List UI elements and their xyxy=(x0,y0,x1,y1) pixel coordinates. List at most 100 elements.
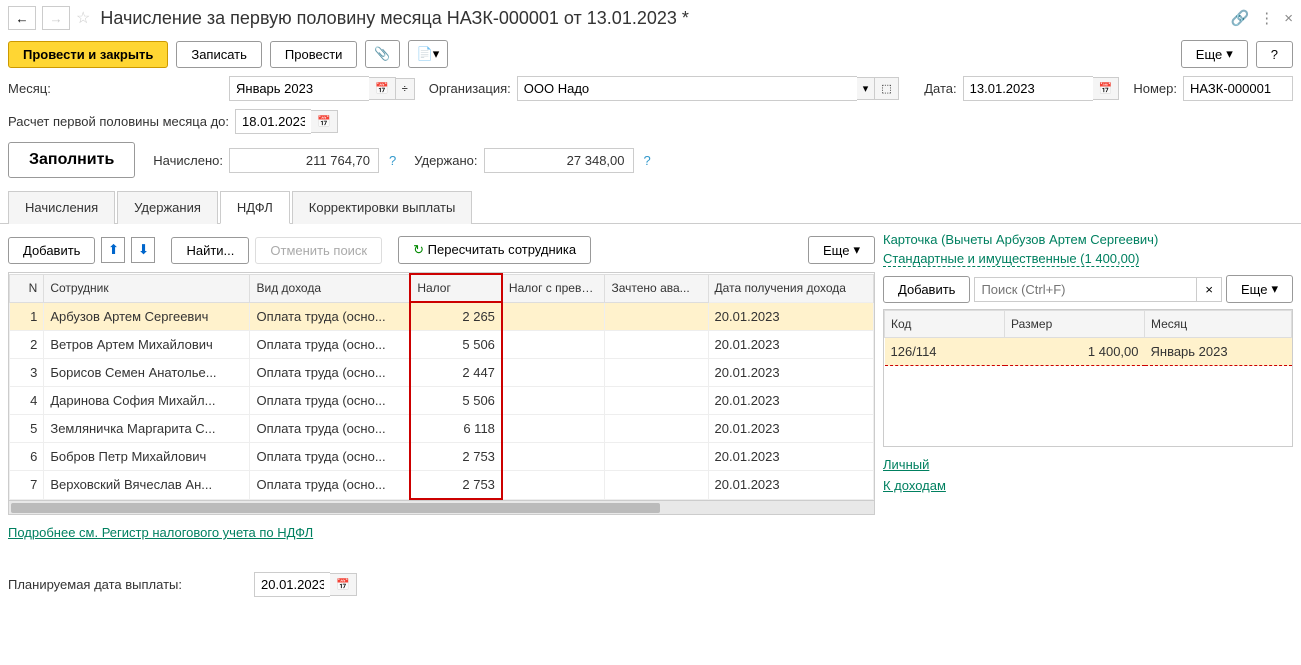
ded-col-code[interactable]: Код xyxy=(885,311,1005,338)
card-title: Карточка (Вычеты Арбузов Артем Сергеевич… xyxy=(883,232,1293,247)
personal-link[interactable]: Личный xyxy=(883,457,1293,472)
sheet-button[interactable]: 📄▾ xyxy=(408,40,449,68)
cell-date: 20.01.2023 xyxy=(708,443,873,471)
ded-col-month[interactable]: Месяц xyxy=(1145,311,1292,338)
move-down-button[interactable]: ⬇ xyxy=(131,237,155,263)
cell-type: Оплата труда (осно... xyxy=(250,471,410,500)
col-date[interactable]: Дата получения дохода xyxy=(708,274,873,302)
link-icon[interactable]: 🔗 xyxy=(1231,9,1250,27)
planned-calendar-icon[interactable]: 📅 xyxy=(330,573,357,596)
attach-button[interactable]: 📎 xyxy=(365,40,399,68)
to-income-link[interactable]: К доходам xyxy=(883,478,1293,493)
cell-advance xyxy=(605,443,708,471)
cell-tax: 2 265 xyxy=(410,302,502,331)
ded-col-size[interactable]: Размер xyxy=(1005,311,1145,338)
cell-emp: Земляничка Маргарита С... xyxy=(44,415,250,443)
table-row[interactable]: 5 Земляничка Маргарита С... Оплата труда… xyxy=(10,415,874,443)
table-row[interactable]: 2 Ветров Артем Михайлович Оплата труда (… xyxy=(10,331,874,359)
number-input[interactable] xyxy=(1183,76,1293,101)
cell-advance xyxy=(605,331,708,359)
table-row[interactable]: 4 Даринова София Михайл... Оплата труда … xyxy=(10,387,874,415)
close-icon[interactable]: × xyxy=(1284,10,1293,27)
col-advance[interactable]: Зачтено ава... xyxy=(605,274,708,302)
cell-excess xyxy=(502,387,605,415)
more-button[interactable]: Еще ▾ xyxy=(1181,40,1248,68)
month-label: Месяц: xyxy=(8,81,223,96)
cell-advance xyxy=(605,359,708,387)
col-emp[interactable]: Сотрудник xyxy=(44,274,250,302)
tab-ndfl[interactable]: НДФЛ xyxy=(220,191,290,224)
table-row[interactable]: 1 Арбузов Артем Сергеевич Оплата труда (… xyxy=(10,302,874,331)
col-tax[interactable]: Налог xyxy=(410,274,502,302)
col-tax-excess[interactable]: Налог с превы... xyxy=(502,274,605,302)
cell-excess xyxy=(502,443,605,471)
calendar-icon[interactable]: 📅 xyxy=(369,77,396,100)
back-button[interactable]: ← xyxy=(8,6,36,30)
cell-type: Оплата труда (осно... xyxy=(250,359,410,387)
cell-emp: Борисов Семен Анатолье... xyxy=(44,359,250,387)
forward-button[interactable]: → xyxy=(42,6,70,30)
withheld-label: Удержано: xyxy=(414,153,477,168)
cell-emp: Верховский Вячеслав Ан... xyxy=(44,471,250,500)
h-scrollbar[interactable] xyxy=(9,500,874,514)
date-input[interactable] xyxy=(963,76,1093,101)
cell-type: Оплата труда (осно... xyxy=(250,331,410,359)
right-more-button[interactable]: Еще ▾ xyxy=(1226,275,1293,303)
find-button[interactable]: Найти... xyxy=(171,237,249,264)
cell-type: Оплата труда (осно... xyxy=(250,415,410,443)
cancel-search-button[interactable]: Отменить поиск xyxy=(255,237,382,264)
planned-date-input[interactable] xyxy=(254,572,330,597)
org-input[interactable] xyxy=(517,76,857,101)
withheld-value: 27 348,00 xyxy=(484,148,634,173)
fill-button[interactable]: Заполнить xyxy=(8,142,135,178)
table-more-button[interactable]: Еще ▾ xyxy=(808,236,875,264)
month-spin[interactable]: ÷ xyxy=(396,78,415,100)
move-up-button[interactable]: ⬆ xyxy=(101,237,125,263)
col-type[interactable]: Вид дохода xyxy=(250,274,410,302)
accrued-label: Начислено: xyxy=(153,153,223,168)
tab-withholdings[interactable]: Удержания xyxy=(117,191,218,224)
help-button[interactable]: ? xyxy=(1256,41,1293,68)
cell-date: 20.01.2023 xyxy=(708,359,873,387)
withheld-hint[interactable]: ? xyxy=(644,153,651,168)
org-open[interactable]: ⬚ xyxy=(875,77,898,100)
planned-date-label: Планируемая дата выплаты: xyxy=(8,577,248,592)
cell-tax: 2 753 xyxy=(410,471,502,500)
search-input[interactable] xyxy=(974,277,1197,302)
calc-calendar-icon[interactable]: 📅 xyxy=(311,110,338,133)
page-title: Начисление за первую половину месяца НАЗ… xyxy=(100,8,1224,29)
cell-emp: Бобров Петр Михайлович xyxy=(44,443,250,471)
cell-emp: Ветров Артем Михайлович xyxy=(44,331,250,359)
tab-accruals[interactable]: Начисления xyxy=(8,191,115,224)
recalc-button[interactable]: ↻ Пересчитать сотрудника xyxy=(398,236,591,264)
ded-row[interactable]: 126/114 1 400,00 Январь 2023 xyxy=(885,338,1292,366)
table-row[interactable]: 3 Борисов Семен Анатолье... Оплата труда… xyxy=(10,359,874,387)
col-n[interactable]: N xyxy=(10,274,44,302)
details-link[interactable]: Подробнее см. Регистр налогового учета п… xyxy=(8,525,313,540)
cell-date: 20.01.2023 xyxy=(708,415,873,443)
calc-until-input[interactable] xyxy=(235,109,311,134)
table-row[interactable]: 7 Верховский Вячеслав Ан... Оплата труда… xyxy=(10,471,874,500)
star-icon[interactable]: ☆ xyxy=(76,8,90,28)
date-calendar-icon[interactable]: 📅 xyxy=(1093,77,1120,100)
cell-tax: 2 753 xyxy=(410,443,502,471)
ded-code: 126/114 xyxy=(885,338,1005,366)
menu-icon[interactable]: ⋮ xyxy=(1259,9,1274,27)
deductions-link[interactable]: Стандартные и имущественные (1 400,00) xyxy=(883,251,1139,267)
table-row[interactable]: 6 Бобров Петр Михайлович Оплата труда (о… xyxy=(10,443,874,471)
submit-close-button[interactable]: Провести и закрыть xyxy=(8,41,168,68)
month-input[interactable] xyxy=(229,76,369,101)
submit-button[interactable]: Провести xyxy=(270,41,358,68)
ded-month: Январь 2023 xyxy=(1145,338,1292,366)
save-button[interactable]: Записать xyxy=(176,41,262,68)
cell-emp: Арбузов Артем Сергеевич xyxy=(44,302,250,331)
add-button[interactable]: Добавить xyxy=(8,237,95,264)
date-label: Дата: xyxy=(924,81,956,96)
cell-type: Оплата труда (осно... xyxy=(250,443,410,471)
clear-search-button[interactable]: × xyxy=(1197,277,1222,302)
right-add-button[interactable]: Добавить xyxy=(883,276,970,303)
accrued-hint[interactable]: ? xyxy=(389,153,396,168)
cell-n: 7 xyxy=(10,471,44,500)
org-dropdown[interactable]: ▾ xyxy=(857,77,876,100)
tab-corrections[interactable]: Корректировки выплаты xyxy=(292,191,473,224)
